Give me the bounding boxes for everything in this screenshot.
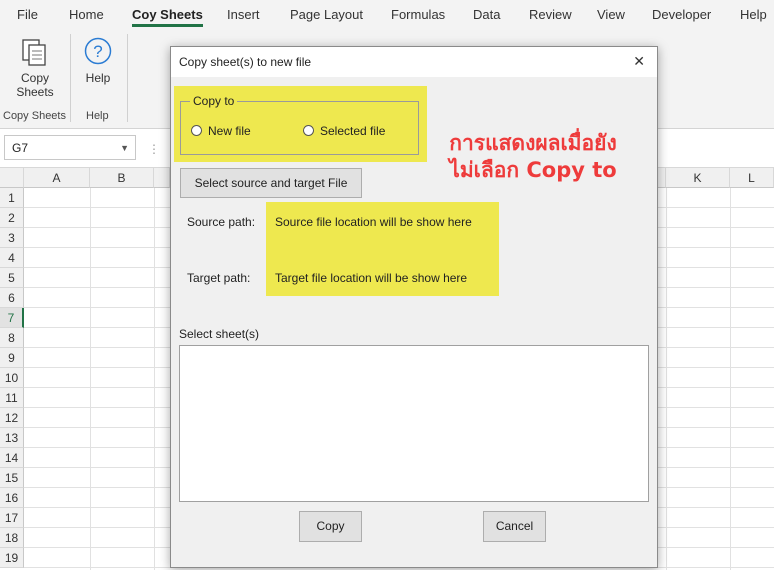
name-box-dropdown-icon[interactable]: ▼ bbox=[120, 136, 129, 161]
help-question-icon: ? bbox=[84, 37, 112, 65]
gridline bbox=[666, 188, 667, 570]
row-header-14[interactable]: 14 bbox=[0, 448, 24, 468]
copy-to-highlight: Copy to New file Selected file bbox=[174, 86, 427, 162]
copy-sheets-label-line2: Sheets bbox=[16, 85, 54, 99]
sheet-list-box[interactable] bbox=[179, 345, 649, 502]
help-label: Help bbox=[85, 71, 111, 85]
row-header-7[interactable]: 7 bbox=[0, 308, 24, 328]
name-box[interactable]: G7 ▼ bbox=[4, 135, 136, 160]
copy-button[interactable]: Copy bbox=[299, 511, 362, 542]
row-header-15[interactable]: 15 bbox=[0, 468, 24, 488]
copy-to-legend: Copy to bbox=[190, 94, 238, 108]
radio-new-file-label: New file bbox=[208, 124, 251, 138]
row-header-2[interactable]: 2 bbox=[0, 208, 24, 228]
annotation-line-1: การแสดงผลเมื่อยัง bbox=[449, 131, 617, 155]
radio-selected-file-label: Selected file bbox=[320, 124, 386, 138]
source-path-value: Source file location will be show here bbox=[275, 215, 472, 229]
source-path-label: Source path: bbox=[187, 215, 256, 229]
tab-review[interactable]: Review bbox=[529, 7, 572, 22]
group-separator bbox=[127, 34, 128, 122]
copy-sheets-dialog: Copy sheet(s) to new file ✕ Copy to New … bbox=[170, 46, 658, 568]
row-header-10[interactable]: 10 bbox=[0, 368, 24, 388]
dialog-title-bar: Copy sheet(s) to new file ✕ bbox=[171, 47, 657, 77]
row-header-1[interactable]: 1 bbox=[0, 188, 24, 208]
gridline bbox=[154, 188, 155, 570]
gridline bbox=[90, 188, 91, 570]
gridline bbox=[730, 188, 731, 570]
tab-file[interactable]: File bbox=[17, 7, 38, 22]
row-header-11[interactable]: 11 bbox=[0, 388, 24, 408]
radio-circle-icon bbox=[303, 125, 314, 136]
row-header-18[interactable]: 18 bbox=[0, 528, 24, 548]
row-header-9[interactable]: 9 bbox=[0, 348, 24, 368]
select-sheets-label: Select sheet(s) bbox=[179, 327, 260, 341]
tab-help[interactable]: Help bbox=[740, 7, 767, 22]
column-header-l[interactable]: L bbox=[730, 168, 774, 188]
group-separator bbox=[70, 34, 71, 122]
cancel-button[interactable]: Cancel bbox=[483, 511, 546, 542]
row-header-19[interactable]: 19 bbox=[0, 548, 24, 568]
copy-sheets-button[interactable]: Copy Sheets bbox=[10, 36, 60, 99]
row-header-6[interactable]: 6 bbox=[0, 288, 24, 308]
group-label-help: Help bbox=[86, 110, 109, 122]
row-header-13[interactable]: 13 bbox=[0, 428, 24, 448]
tab-coy-sheets[interactable]: Coy Sheets bbox=[132, 7, 203, 27]
radio-circle-icon bbox=[191, 125, 202, 136]
group-label-copy-sheets: Copy Sheets bbox=[3, 110, 66, 122]
name-box-value: G7 bbox=[12, 141, 29, 155]
column-header-b[interactable]: B bbox=[90, 168, 154, 188]
annotation-line-2: ไม่เลือก Copy to bbox=[449, 158, 617, 182]
row-header-4[interactable]: 4 bbox=[0, 248, 24, 268]
radio-selected-file[interactable]: Selected file bbox=[303, 124, 385, 138]
radio-new-file[interactable]: New file bbox=[191, 124, 251, 138]
row-header-16[interactable]: 16 bbox=[0, 488, 24, 508]
target-path-label: Target path: bbox=[187, 271, 251, 285]
tab-view[interactable]: View bbox=[597, 7, 625, 22]
row-header-17[interactable]: 17 bbox=[0, 508, 24, 528]
tab-page-layout[interactable]: Page Layout bbox=[290, 7, 363, 22]
row-header-3[interactable]: 3 bbox=[0, 228, 24, 248]
target-path-value: Target file location will be show here bbox=[275, 271, 468, 285]
column-header-c[interactable] bbox=[154, 168, 170, 188]
tab-data[interactable]: Data bbox=[473, 7, 500, 22]
select-all-corner[interactable] bbox=[0, 168, 24, 188]
column-header-a[interactable]: A bbox=[24, 168, 90, 188]
thai-annotation: การแสดงผลเมื่อยัง ไม่เลือก Copy to bbox=[428, 130, 638, 184]
close-icon[interactable]: ✕ bbox=[633, 53, 645, 70]
tab-insert[interactable]: Insert bbox=[227, 7, 260, 22]
copy-sheets-icon bbox=[22, 39, 46, 66]
tab-formulas[interactable]: Formulas bbox=[391, 7, 445, 22]
row-header-12[interactable]: 12 bbox=[0, 408, 24, 428]
row-header-5[interactable]: 5 bbox=[0, 268, 24, 288]
tab-home[interactable]: Home bbox=[69, 7, 104, 22]
path-values-highlight: Source file location will be show here T… bbox=[266, 202, 499, 296]
formula-bar-separator-icon: ⋮ bbox=[148, 142, 160, 156]
select-source-target-button[interactable]: Select source and target File bbox=[180, 168, 362, 198]
help-button[interactable]: ? Help bbox=[80, 36, 116, 85]
tab-developer[interactable]: Developer bbox=[652, 7, 711, 22]
copy-sheets-label-line1: Copy bbox=[20, 71, 49, 85]
svg-text:?: ? bbox=[93, 42, 102, 61]
row-header-8[interactable]: 8 bbox=[0, 328, 24, 348]
ribbon-tab-bar: File Home Coy Sheets Insert Page Layout … bbox=[0, 0, 774, 30]
dialog-title: Copy sheet(s) to new file bbox=[179, 55, 312, 69]
column-header-k[interactable]: K bbox=[666, 168, 730, 188]
